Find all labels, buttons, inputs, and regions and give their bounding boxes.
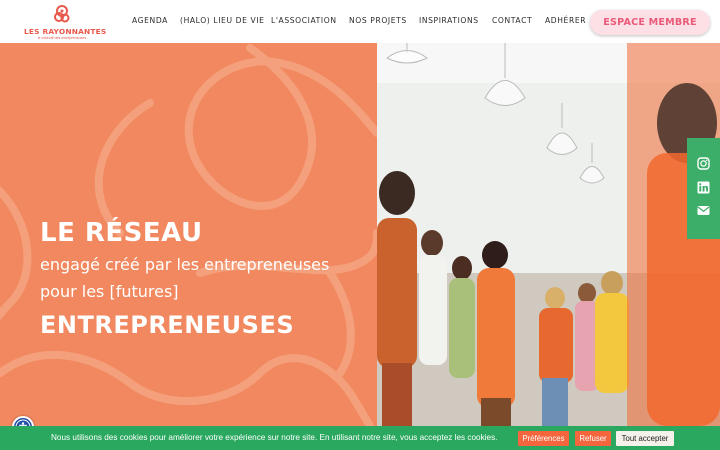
mail-icon[interactable] xyxy=(697,204,710,217)
social-sidebar xyxy=(687,138,720,239)
linkedin-icon[interactable] xyxy=(697,181,710,194)
cookie-banner: Nous utilisons des cookies pour améliore… xyxy=(0,426,720,450)
hero-panel: LE RÉSEAU engagé créé par les entreprene… xyxy=(0,43,377,426)
hero-subtitle-line1: engagé créé par les entrepreneuses xyxy=(40,255,330,274)
instagram-icon[interactable] xyxy=(697,157,710,170)
nav-nos-projets[interactable]: NOS PROJETS xyxy=(349,16,407,28)
cookie-message: Nous utilisons des cookies pour améliore… xyxy=(51,433,498,442)
nav-adherer[interactable]: ADHÉRER xyxy=(545,16,586,28)
cookie-accept-all-button[interactable]: Tout accepter xyxy=(616,431,674,446)
hero-title: LE RÉSEAU xyxy=(40,218,203,248)
logo-tagline: le collectif des entrepreneuses xyxy=(37,36,87,40)
nav-agenda[interactable]: AGENDA xyxy=(132,16,168,28)
nav-inspirations[interactable]: INSPIRATIONS xyxy=(419,16,479,28)
hero-title-entrepreneuses: ENTREPRENEUSES xyxy=(40,311,295,339)
site-header: LES RAYONNANTES le collectif des entrepr… xyxy=(0,0,720,43)
nav-halo-lieu-de-vie[interactable]: (HALO) LIEU DE VIE xyxy=(180,16,265,28)
site-logo[interactable]: LES RAYONNANTES le collectif des entrepr… xyxy=(24,3,107,41)
nav-association[interactable]: L'ASSOCIATION xyxy=(271,16,337,28)
photo-illustration xyxy=(377,43,720,426)
cookie-preferences-button[interactable]: Préférences xyxy=(518,431,569,446)
espace-membre-button[interactable]: ESPACE MEMBRE xyxy=(590,10,710,35)
nav-contact[interactable]: CONTACT xyxy=(492,16,532,28)
logo-mark-icon xyxy=(54,5,70,23)
hero-photo xyxy=(377,43,720,426)
cookie-refuse-button[interactable]: Refuser xyxy=(575,431,611,446)
hero-subtitle-line2: pour les [futures] xyxy=(40,282,179,301)
logo-name: LES RAYONNANTES xyxy=(24,27,107,36)
